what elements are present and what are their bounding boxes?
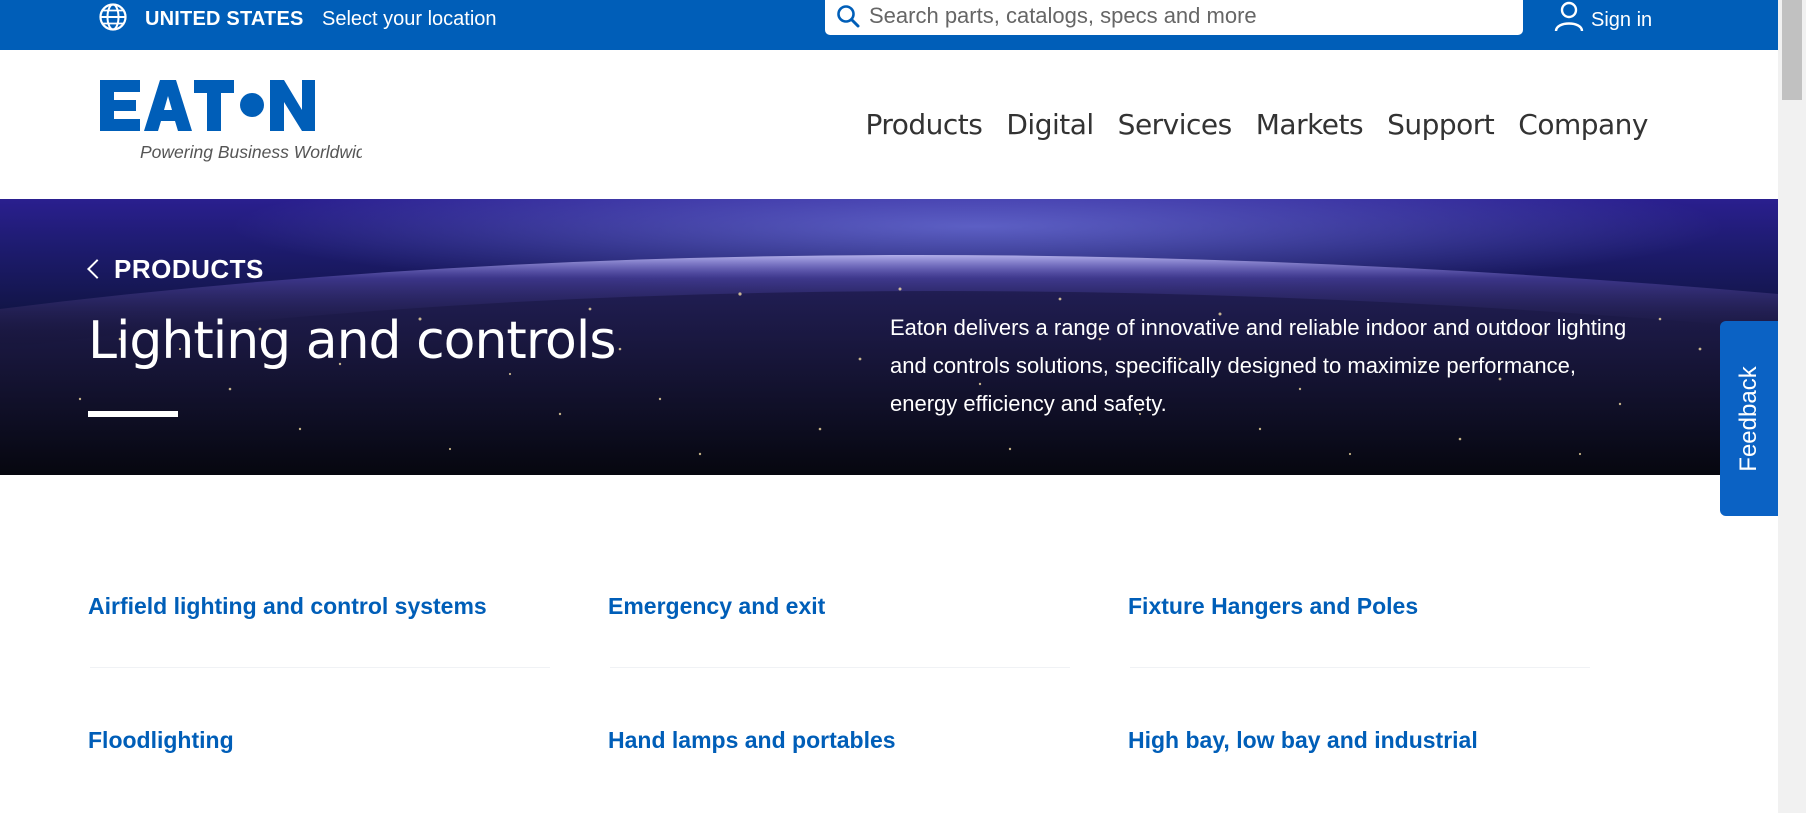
search-box bbox=[825, 0, 1523, 35]
title-underline bbox=[88, 411, 178, 417]
feedback-label: Feedback bbox=[1735, 365, 1762, 472]
category-link-floodlighting[interactable]: Floodlighting bbox=[88, 727, 234, 754]
page: UNITED STATES Select your location Sign … bbox=[0, 0, 1778, 813]
page-scrollbar[interactable] bbox=[1778, 0, 1806, 813]
page-title: Lighting and controls bbox=[88, 311, 616, 371]
main-nav: Products Digital Services Markets Suppor… bbox=[841, 108, 1648, 141]
category-divider bbox=[610, 667, 1070, 668]
category-divider bbox=[90, 667, 550, 668]
nav-products[interactable]: Products bbox=[865, 108, 982, 141]
nav-markets[interactable]: Markets bbox=[1256, 108, 1364, 141]
nav-services[interactable]: Services bbox=[1118, 108, 1233, 141]
category-link-fixture-hangers[interactable]: Fixture Hangers and Poles bbox=[1128, 593, 1418, 620]
feedback-tab[interactable]: Feedback bbox=[1720, 321, 1778, 516]
category-divider bbox=[1130, 667, 1590, 668]
back-link-label: PRODUCTS bbox=[114, 254, 264, 284]
chevron-left-icon bbox=[87, 259, 107, 279]
sign-in-label: Sign in bbox=[1591, 9, 1653, 31]
site-header: Powering Business Worldwide Products Dig… bbox=[0, 50, 1778, 199]
category-link-high-bay[interactable]: High bay, low bay and industrial bbox=[1128, 727, 1478, 754]
nav-digital[interactable]: Digital bbox=[1006, 108, 1094, 141]
select-location-link[interactable]: Select your location bbox=[322, 8, 497, 31]
nav-company[interactable]: Company bbox=[1518, 108, 1648, 141]
utility-bar: UNITED STATES Select your location Sign … bbox=[0, 0, 1778, 50]
eaton-logo[interactable]: Powering Business Worldwide bbox=[100, 78, 362, 170]
scrollbar-thumb[interactable] bbox=[1782, 0, 1802, 100]
svg-text:Powering Business Worldwide: Powering Business Worldwide bbox=[140, 142, 362, 162]
current-country: UNITED STATES bbox=[145, 8, 304, 30]
hero-description: Eaton delivers a range of innovative and… bbox=[890, 315, 1627, 416]
nav-support[interactable]: Support bbox=[1387, 108, 1495, 141]
globe-icon[interactable] bbox=[98, 2, 128, 32]
category-link-emergency-exit[interactable]: Emergency and exit bbox=[608, 593, 825, 620]
search-input[interactable] bbox=[869, 0, 1509, 32]
back-to-products-link[interactable]: PRODUCTS bbox=[87, 254, 264, 285]
category-link-hand-lamps[interactable]: Hand lamps and portables bbox=[608, 727, 896, 754]
category-link-airfield[interactable]: Airfield lighting and control systems bbox=[88, 593, 487, 620]
hero-banner: PRODUCTS Lighting and controls Eaton del… bbox=[0, 199, 1778, 475]
user-icon bbox=[1554, 1, 1584, 32]
search-icon[interactable] bbox=[835, 3, 863, 31]
